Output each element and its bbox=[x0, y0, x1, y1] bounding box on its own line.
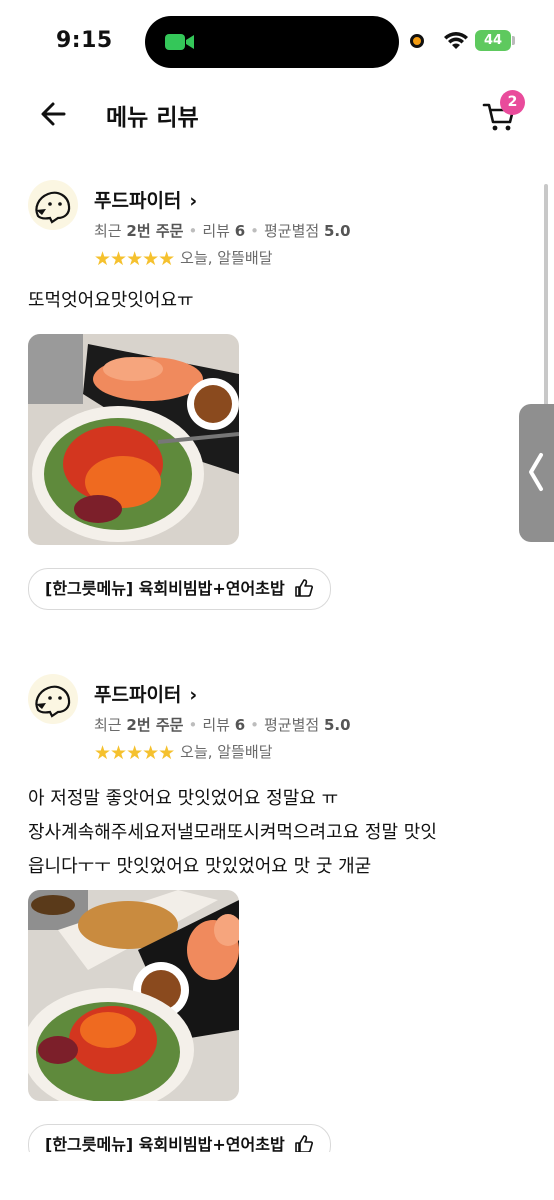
status-bar: 9:15 44 bbox=[0, 0, 554, 84]
header: 메뉴 리뷰 2 bbox=[0, 84, 554, 146]
facetime-camera-icon bbox=[165, 34, 194, 50]
menu-chip-label: [한그릇메뉴] 육회비빔밥+연어초밥 bbox=[45, 579, 285, 598]
review-text: 또먹엇어요맛잇어요ㅠ bbox=[28, 290, 194, 311]
avatar[interactable] bbox=[28, 674, 78, 724]
recent-orders: 2번 주문 bbox=[126, 222, 184, 240]
cart-count-badge: 2 bbox=[500, 90, 525, 115]
rating-row: ★★★★★ 오늘, 알뜰배달 bbox=[94, 248, 273, 270]
review-text: 아 저정말 좋앗어요 맛잇었어요 정말요 ㅠ 장사계속해주세요저낼모래또시켜먹으… bbox=[28, 782, 528, 884]
review-count: 6 bbox=[234, 222, 246, 240]
delivery-info: 오늘, 알뜰배달 bbox=[180, 249, 273, 267]
reviewer-stats: 최근 2번 주문 • 리뷰 6 • 평균별점 5.0 bbox=[94, 220, 351, 241]
review-text-line: 장사계속해주세요저낼모래또시켜먹으려고요 정말 맛잇 bbox=[28, 822, 437, 843]
separator-dot: • bbox=[188, 222, 198, 240]
recent-label: 최근 bbox=[94, 222, 122, 240]
thumbs-up-icon bbox=[295, 1134, 314, 1153]
duck-avatar-icon bbox=[35, 685, 71, 718]
wifi-icon bbox=[444, 32, 468, 49]
separator-dot: • bbox=[250, 716, 259, 734]
review-count: 6 bbox=[234, 716, 246, 734]
avg-rating: 5.0 bbox=[323, 222, 351, 240]
avatar[interactable] bbox=[28, 180, 78, 230]
reviewer-name-link[interactable]: 푸드파이터 › bbox=[94, 680, 197, 707]
separator-dot: • bbox=[250, 222, 259, 240]
scrollbar[interactable] bbox=[544, 184, 548, 409]
dynamic-island bbox=[145, 16, 399, 68]
status-time: 9:15 bbox=[56, 28, 113, 53]
star-rating-icon: ★★★★★ bbox=[94, 742, 175, 764]
review-label: 리뷰 bbox=[202, 222, 230, 240]
side-drawer-handle[interactable] bbox=[519, 404, 554, 542]
rating-row: ★★★★★ 오늘, 알뜰배달 bbox=[94, 742, 273, 764]
recent-orders: 2번 주문 bbox=[126, 716, 184, 734]
battery-indicator: 44 bbox=[475, 30, 511, 51]
page-title: 메뉴 리뷰 bbox=[106, 105, 199, 131]
recent-label: 최근 bbox=[94, 716, 122, 734]
reviewer-stats: 최근 2번 주문 • 리뷰 6 • 평균별점 5.0 bbox=[94, 714, 351, 735]
food-photo-image bbox=[28, 334, 239, 545]
review-text-line: 읍니다ㅜㅜ 맛잇었어요 맛있었어요 맛 굿 개굳 bbox=[28, 856, 372, 877]
avg-rating: 5.0 bbox=[323, 716, 351, 734]
avg-label: 평균별점 bbox=[264, 716, 320, 734]
review-photo[interactable] bbox=[28, 334, 239, 545]
battery-cap bbox=[512, 36, 515, 45]
bottom-fade bbox=[0, 1152, 554, 1200]
duck-avatar-icon bbox=[35, 191, 71, 224]
reviewer-name-link[interactable]: 푸드파이터 › bbox=[94, 186, 197, 213]
avg-label: 평균별점 bbox=[264, 222, 320, 240]
reviewer-name: 푸드파이터 bbox=[94, 190, 182, 212]
delivery-info: 오늘, 알뜰배달 bbox=[180, 743, 273, 761]
food-photo-image bbox=[28, 890, 239, 1101]
chevron-left-icon bbox=[529, 453, 543, 491]
chevron-right-icon: › bbox=[189, 684, 198, 706]
back-arrow-icon[interactable] bbox=[36, 96, 72, 132]
review-label: 리뷰 bbox=[202, 716, 230, 734]
star-rating-icon: ★★★★★ bbox=[94, 248, 175, 270]
menu-chip[interactable]: [한그릇메뉴] 육회비빔밥+연어초밥 bbox=[28, 568, 332, 610]
reviewer-name: 푸드파이터 bbox=[94, 684, 182, 706]
review-text-line: 아 저정말 좋앗어요 맛잇었어요 정말요 ㅠ bbox=[28, 788, 339, 809]
separator-dot: • bbox=[188, 716, 198, 734]
chevron-right-icon: › bbox=[189, 190, 198, 212]
recording-indicator-icon bbox=[410, 34, 424, 48]
thumbs-up-icon bbox=[295, 578, 314, 597]
review-photo[interactable] bbox=[28, 890, 239, 1101]
